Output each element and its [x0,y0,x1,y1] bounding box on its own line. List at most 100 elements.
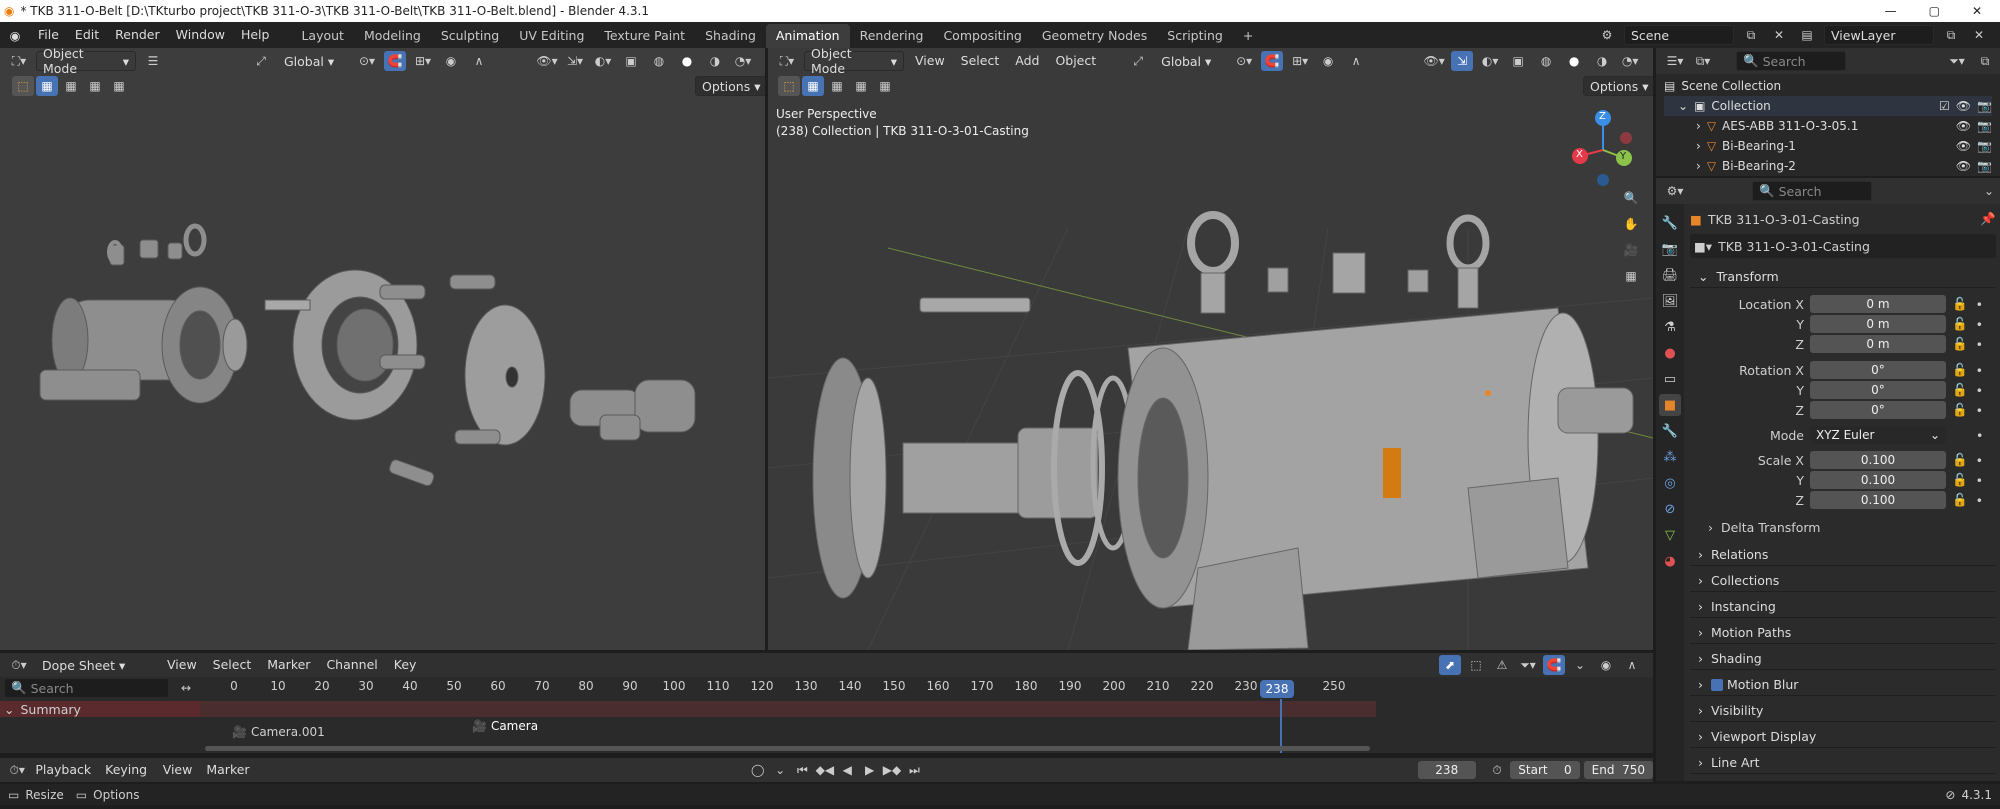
tab-texture-paint[interactable]: Texture Paint [594,24,695,48]
stopwatch-icon[interactable]: ⏱ [1488,760,1506,780]
snap-icon[interactable]: 🧲 [1543,655,1565,675]
viewport-display-panel-header[interactable]: › Viewport Display [1690,726,1996,748]
view-layer-icon[interactable]: ▤ [1796,25,1818,45]
view-layer-tab-icon[interactable]: 🖼 [1659,290,1681,312]
dopesheet-editor-icon[interactable]: ⏱▾ [8,655,30,675]
tab-compositing[interactable]: Compositing [933,24,1031,48]
menu-add[interactable]: Add [1010,48,1044,74]
object-tab-icon[interactable]: ■ [1659,394,1681,416]
options-chevron-icon[interactable]: ⌄ [1978,181,2000,201]
jump-end-icon[interactable]: ⏭ [905,760,923,780]
menu-window[interactable]: Window [168,22,233,48]
snap-options-icon[interactable]: ⌄ [1569,655,1591,675]
gizmo-icon[interactable]: ⇲▾ [564,51,586,71]
minimize-icon[interactable]: — [1885,4,1897,18]
keyframe-dot-icon[interactable]: • [1976,363,1983,378]
camera-view-icon[interactable]: 🎥 [1620,240,1642,260]
eye-icon[interactable]: 👁 [1956,99,1971,113]
camera-icon[interactable]: 📷 [1977,139,1992,153]
playhead-frame-label[interactable]: 238 [1260,680,1294,698]
wireframe-shading-icon[interactable]: ◍ [648,51,670,71]
menu-view[interactable]: View [162,652,202,678]
xray-icon[interactable]: ▣ [620,51,642,71]
tab-sculpting[interactable]: Sculpting [431,24,509,48]
start-frame-field[interactable]: Start 0 [1510,761,1580,779]
channel-search[interactable]: 🔍 Search [4,678,169,698]
hamburger-menu-icon[interactable]: ☰ [142,51,164,71]
rotation-mode-dropdown[interactable]: XYZ Euler ⌄ [1810,426,1946,444]
outliner-search[interactable]: 🔍 Search [1736,51,1846,71]
view-layer-field[interactable]: ViewLayer [1824,25,1934,45]
object-mode-dropdown[interactable]: Object Mode ▾ [36,48,136,76]
visibility-icon[interactable]: 👁▾ [1423,51,1445,71]
delete-scene-icon[interactable]: ✕ [1768,25,1790,45]
timeline-editor-icon[interactable]: ⏱▾ [8,760,26,780]
object-datablock-name[interactable]: TKB 311-O-3-01-Casting [1718,239,1870,254]
marker-camera[interactable]: 🎥 Camera [472,719,538,733]
render-shading-icon[interactable]: ◔▾ [1619,51,1641,71]
keyframe-dot-icon[interactable]: • [1976,473,1983,488]
tab-rendering[interactable]: Rendering [850,24,934,48]
overlay-icon[interactable]: ◐▾ [1479,51,1501,71]
rotation-y-field[interactable]: 0° [1810,381,1946,399]
motion-blur-panel-header[interactable]: › Motion Blur [1690,674,1996,696]
falloff-icon[interactable]: ∧ [468,51,490,71]
lock-icon[interactable]: 🔓 [1952,336,1968,352]
menu-view[interactable]: View [158,757,198,783]
lock-icon[interactable]: 🔓 [1952,492,1968,508]
properties-search[interactable]: 🔍 Search [1752,181,1872,201]
outliner-editor-icon[interactable]: ☰▾ [1664,51,1686,71]
zoom-icon[interactable]: 🔍 [1620,188,1642,208]
pivot-icon[interactable]: ⊙▾ [1233,51,1255,71]
current-frame-field[interactable]: 238 [1417,761,1476,779]
prev-keyframe-icon[interactable]: ◆◀ [816,760,834,780]
outliner-item[interactable]: › ▽ AES-ABB 311-O-3-05.1 👁 📷 [1664,116,1992,136]
collection-row[interactable]: ⌄ ▣ Collection ☑ 👁 📷 [1664,96,1992,116]
collapse-channels-icon[interactable]: ↔ [175,678,197,698]
visibility-icon[interactable]: 👁▾ [536,51,558,71]
instancing-panel-header[interactable]: › Instancing [1690,596,1996,618]
location-y-field[interactable]: 0 m [1810,315,1946,333]
menu-object[interactable]: Object [1050,48,1101,74]
scale-y-field[interactable]: 0.100 [1810,471,1946,489]
material-tab-icon[interactable]: ◕ [1659,550,1681,572]
menu-keying[interactable]: Keying ▾ [100,757,154,803]
keyframe-dot-icon[interactable]: • [1976,493,1983,508]
menu-playback[interactable]: Playback ▾ [30,757,96,803]
tab-animation[interactable]: Animation [765,24,850,48]
next-keyframe-icon[interactable]: ▶◆ [883,760,901,780]
lock-icon[interactable]: 🔓 [1952,472,1968,488]
ortho-grid-icon[interactable]: ▦ [1620,266,1642,286]
snap-target-icon[interactable]: ⊞▾ [412,51,434,71]
left-viewport[interactable]: ⛶▾ Object Mode ▾ ☰ ⤢ Global ▾ ⊙▾ 🧲 ⊞▾ ◉ … [0,48,765,650]
menu-channel[interactable]: Channel [321,652,382,678]
editor-type-icon[interactable]: ⛶▾ [8,51,30,71]
output-tab-icon[interactable]: 🖨 [1659,264,1681,286]
menu-help[interactable]: Help [233,22,278,48]
maximize-icon[interactable]: ▢ [1929,4,1940,18]
lock-icon[interactable]: 🔓 [1952,452,1968,468]
expand-arrow-icon[interactable]: › [1696,119,1701,133]
editor-type-icon[interactable]: ⛶▾ [776,51,798,71]
constraints-tab-icon[interactable]: ⊘ [1659,498,1681,520]
menu-file[interactable]: File [30,22,67,48]
add-workspace-icon[interactable]: + [1233,24,1263,48]
scale-x-field[interactable]: 0.100 [1810,451,1946,469]
shading-panel-header[interactable]: › Shading [1690,648,1996,670]
outliner-item[interactable]: › ▽ Bi-Bearing-2 👁 📷 [1664,156,1992,176]
play-icon[interactable]: ▶ [860,760,878,780]
orientation-dropdown[interactable]: Global ▾ [278,51,350,71]
keying-set-icon[interactable]: ⌄ [771,760,789,780]
wireframe-shading-icon[interactable]: ◍ [1535,51,1557,71]
falloff-icon[interactable]: ∧ [1345,51,1367,71]
object-mode-dropdown[interactable]: Object Mode ▾ [804,48,904,76]
overlay-icon[interactable]: ◐▾ [592,51,614,71]
scene-tab-icon[interactable]: ⚗ [1659,316,1681,338]
keyframe-dot-icon[interactable]: • [1976,297,1983,312]
object-datablock-icon[interactable]: ■▾ [1694,239,1712,254]
expand-icon[interactable]: ⌄ [1678,99,1688,113]
scene-icon[interactable]: ⚙ [1596,25,1618,45]
timeline-scrollbar[interactable] [205,746,1370,751]
filter-icon[interactable]: ⏷▾ [1517,655,1539,675]
menu-marker[interactable]: Marker [201,757,254,783]
